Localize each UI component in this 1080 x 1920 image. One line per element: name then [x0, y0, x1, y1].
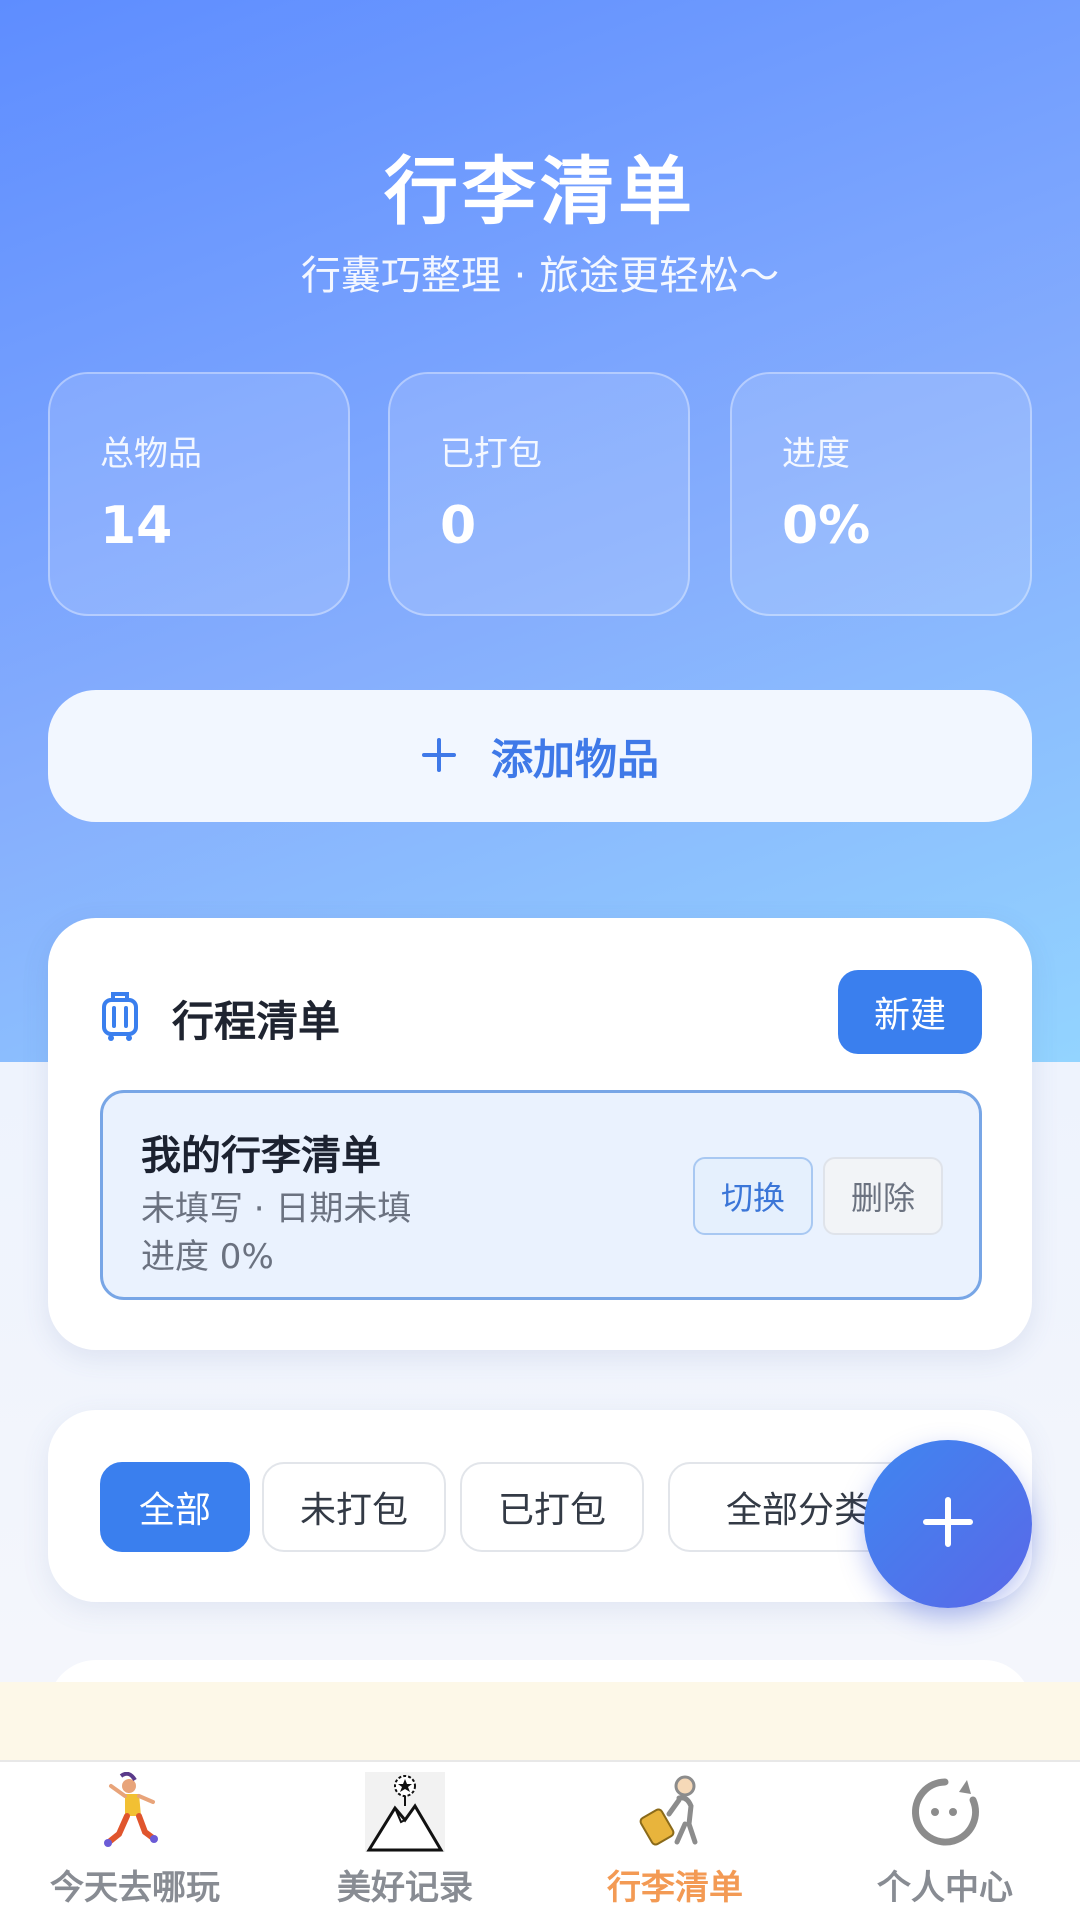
- tab-label: 行李清单: [607, 1868, 743, 1908]
- filter-all[interactable]: 全部: [100, 1462, 250, 1552]
- page-title: 行李清单: [384, 149, 696, 235]
- add-item-button[interactable]: 添加物品: [48, 690, 1032, 822]
- page-subtitle: 行囊巧整理 · 旅途更轻松～: [300, 253, 780, 299]
- tip-banner: [0, 1682, 1080, 1760]
- plus-icon: [421, 726, 457, 786]
- delete-trip-button[interactable]: 删除: [823, 1157, 943, 1235]
- plus-icon: [920, 1494, 976, 1554]
- tab-explore[interactable]: 今天去哪玩: [0, 1762, 270, 1920]
- tab-label: 今天去哪玩: [50, 1868, 220, 1908]
- tab-label: 个人中心: [877, 1868, 1013, 1908]
- bottom-tab-bar: 今天去哪玩 美好记录 行李清单 个人中心: [0, 1760, 1080, 1920]
- mountain-star-icon: [365, 1772, 445, 1852]
- jumping-person-icon: [95, 1771, 175, 1852]
- trip-meta: 未填写 · 日期未填: [141, 1189, 412, 1229]
- stat-total-items: 总物品 14: [48, 372, 350, 616]
- luggage-icon: [100, 990, 140, 1042]
- tab-profile[interactable]: 个人中心: [810, 1762, 1080, 1920]
- trip-list-card: 行程清单 新建 我的行李清单 未填写 · 日期未填 进度 0% 切换 删除: [48, 918, 1032, 1350]
- stat-value: 14: [100, 496, 173, 556]
- filter-packed[interactable]: 已打包: [460, 1462, 644, 1552]
- traveler-suitcase-icon: [635, 1772, 715, 1852]
- face-icon: [905, 1772, 985, 1852]
- add-item-label: 添加物品: [490, 734, 659, 784]
- trip-item[interactable]: 我的行李清单 未填写 · 日期未填 进度 0% 切换 删除: [100, 1090, 982, 1300]
- stat-label: 已打包: [440, 434, 542, 474]
- stat-packed: 已打包 0: [388, 372, 690, 616]
- tab-memories[interactable]: 美好记录: [270, 1762, 540, 1920]
- trip-name: 我的行李清单: [141, 1133, 381, 1179]
- stat-progress: 进度 0%: [730, 372, 1032, 616]
- stat-value: 0: [440, 496, 477, 556]
- tab-label: 美好记录: [337, 1868, 473, 1908]
- new-trip-button[interactable]: 新建: [838, 970, 982, 1054]
- filter-unpacked[interactable]: 未打包: [262, 1462, 446, 1552]
- switch-trip-button[interactable]: 切换: [693, 1157, 813, 1235]
- stat-label: 进度: [782, 434, 850, 474]
- tab-packing-list[interactable]: 行李清单: [540, 1762, 810, 1920]
- stat-label: 总物品: [100, 434, 202, 474]
- trip-list-title: 行程清单: [172, 997, 341, 1046]
- trip-progress: 进度 0%: [141, 1237, 274, 1277]
- floating-add-button[interactable]: [864, 1440, 1032, 1608]
- stat-value: 0%: [782, 496, 871, 556]
